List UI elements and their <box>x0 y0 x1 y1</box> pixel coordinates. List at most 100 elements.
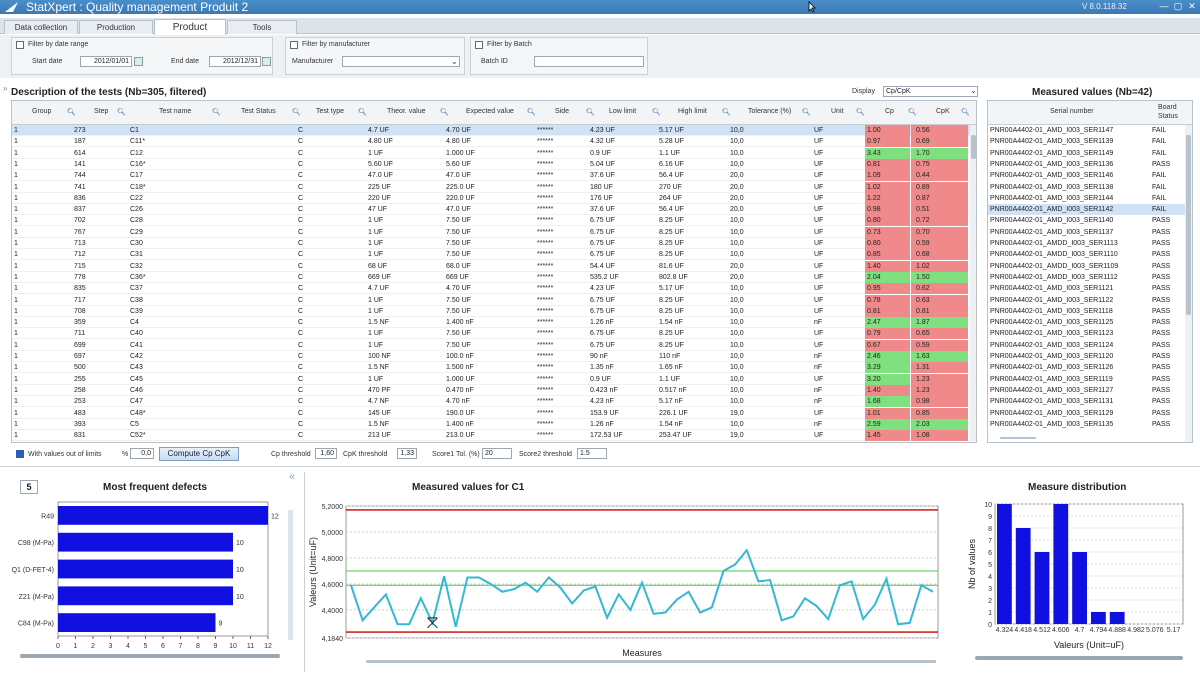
table-row[interactable]: 1 778 C36* C 669 UF 669 UF ****** 535.2 UF 802.8… <box>12 271 976 283</box>
filter-step-search-icon[interactable]: 🔍︎ <box>117 108 126 116</box>
list-item[interactable]: PNR00A4402-01_AMD_I003_SER1149 FAIL <box>988 148 1192 159</box>
list-item[interactable]: PNR00A4402-01_AMD_I003_SER1124 PASS <box>988 340 1192 351</box>
table-row[interactable]: 1 253 C47 C 4.7 NF 4.70 nF ****** 4.23 nF 5.17 n… <box>12 396 976 408</box>
list-item[interactable]: PNR00A4402-01_AMD_I003_SER1122 PASS <box>988 295 1192 306</box>
list-item[interactable]: PNR00A4402-01_AMD_I003_SER1147 FAIL <box>988 125 1192 136</box>
col-cp[interactable]: Cp <box>885 108 894 115</box>
list-item[interactable]: PNR00A4402-01_AMD_I003_SER1139 FAIL <box>988 136 1192 147</box>
compute-cp-cpk-button[interactable]: Compute Cp CpK <box>159 447 239 461</box>
table-row[interactable]: 1 713 C30 C 1 UF 7.50 UF ****** 6.75 UF 8.25 UF 1… <box>12 238 976 249</box>
out-of-limits-checkbox[interactable] <box>16 450 24 458</box>
list-item[interactable]: PNR00A4402-01_AMD_I003_SER1120 PASS <box>988 351 1192 362</box>
filter-high-search-icon[interactable]: 🔍︎ <box>722 108 731 116</box>
filter-status-search-icon[interactable]: 🔍︎ <box>292 108 301 116</box>
table-row[interactable]: 1 614 C12 C 1 UF 1.000 UF ****** 0.9 UF 1.1 UF 10… <box>12 147 976 159</box>
display-chevron-down-icon[interactable]: ⌄ <box>970 86 977 95</box>
filter-side-search-icon[interactable]: 🔍︎ <box>586 108 595 116</box>
table-row[interactable]: 1 141 C16* C 5.60 UF 5.60 UF ****** 5.04 UF 6.16… <box>12 158 976 170</box>
end-date-input[interactable]: 2012/12/31 <box>209 56 261 67</box>
table-row[interactable]: 1 741 C18* C 225 UF 225.0 UF ****** 180 UF 270 U… <box>12 181 976 193</box>
table-row[interactable]: 1 831 C52* C 213 UF 213.0 UF ****** 172.53 UF 25… <box>12 430 976 442</box>
col-side[interactable]: Side <box>555 108 569 115</box>
table-row[interactable]: 1 258 C46 C 470 PF 0.470 nF ****** 0.423 nF 0.51… <box>12 384 976 396</box>
table-row[interactable]: 1 708 C39 C 1 UF 7.50 UF ****** 6.75 UF 8.25 UF 1… <box>12 305 976 317</box>
filter-group-search-icon[interactable]: 🔍︎ <box>67 108 76 116</box>
display-select[interactable]: Cp/CpK <box>883 86 978 97</box>
col-low-limit[interactable]: Low limit <box>609 108 636 115</box>
end-calendar-icon[interactable] <box>262 57 271 66</box>
list-item[interactable]: PNR00A4402-01_AMD_I003_SER1125 PASS <box>988 317 1192 328</box>
tests-scrollbar[interactable] <box>970 125 976 442</box>
table-row[interactable]: 1 717 C38 C 1 UF 7.50 UF ****** 6.75 UF 8.25 UF 1… <box>12 294 976 306</box>
table-row[interactable]: 1 712 C31 C 1 UF 7.50 UF ****** 6.75 UF 8.25 UF 1… <box>12 249 976 261</box>
table-row[interactable]: 1 836 C22 C 220 UF 220.0 UF ****** 176 UF 264 UF… <box>12 192 976 204</box>
table-row[interactable]: 1 255 C45 C 1 UF 1.000 UF ****** 0.9 UF 1.1 UF 10… <box>12 373 976 385</box>
percent-input[interactable]: 0,0 <box>130 448 154 459</box>
batch-filter-checkbox[interactable] <box>475 41 483 49</box>
measured-h-scrollbar[interactable] <box>1000 437 1036 439</box>
manufacturer-filter-checkbox[interactable] <box>290 41 298 49</box>
table-row[interactable]: 1 711 C40 C 1 UF 7.50 UF ****** 6.75 UF 8.25 UF 1… <box>12 328 976 340</box>
list-item[interactable]: PNR00A4402-01_AMD_I003_SER1131 PASS <box>988 396 1192 407</box>
table-row[interactable]: 1 767 C29 C 1 UF 7.50 UF ****** 6.75 UF 8.25 UF 1… <box>12 226 976 238</box>
list-item[interactable]: PNR00A4402-01_AMD_I003_SER1136 PASS <box>988 159 1192 170</box>
col-board-status[interactable]: Board Status <box>1158 103 1188 121</box>
table-row[interactable]: 1 702 C28 C 1 UF 7.50 UF ****** 6.75 UF 8.25 UF 1… <box>12 215 976 227</box>
table-row[interactable]: 1 699 C41 C 1 UF 7.50 UF ****** 6.75 UF 8.25 UF 1… <box>12 339 976 351</box>
filter-expected-search-icon[interactable]: 🔍︎ <box>527 108 536 116</box>
table-row[interactable]: 1 715 C32 C 68 UF 68.0 UF ****** 54.4 UF 81.6 UF… <box>12 260 976 272</box>
table-row[interactable]: 1 483 C48* C 145 UF 190.0 UF ****** 153.9 UF 226… <box>12 407 976 419</box>
list-item[interactable]: PNR00A4402-01_AMD_I003_SER1121 PASS <box>988 283 1192 294</box>
close-button[interactable]: ✕ <box>1186 1 1198 12</box>
col-high-limit[interactable]: High limit <box>678 108 707 115</box>
col-test-status[interactable]: Test Status <box>241 108 276 115</box>
list-item[interactable]: PNR00A4402-01_AMD_I003_SER1129 PASS <box>988 408 1192 419</box>
list-item[interactable]: PNR00A4402-01_AMD_I003_SER1138 FAIL <box>988 182 1192 193</box>
col-step[interactable]: Step <box>94 108 108 115</box>
table-row[interactable]: 1 697 C42 C 100 NF 100.0 nF ****** 90 nF 110 nF 1… <box>12 351 976 362</box>
list-item[interactable]: PNR00A4402-01_AMD_I003_SER1140 PASS <box>988 215 1192 226</box>
col-unit[interactable]: Unit <box>831 108 843 115</box>
table-row[interactable]: 1 359 C4 C 1.5 NF 1.400 nF ****** 1.26 nF 1.54 n… <box>12 317 976 329</box>
list-item[interactable]: PNR00A4402-01_AMD_I003_SER1135 PASS <box>988 419 1192 430</box>
table-row[interactable]: 1 837 C26 C 47 UF 47.0 UF ****** 37.6 UF 56.4 UF… <box>12 204 976 216</box>
filter-cpk-search-icon[interactable]: 🔍︎ <box>961 108 970 116</box>
minimize-button[interactable]: — <box>1158 1 1170 12</box>
score1-input[interactable]: 20 <box>482 448 512 459</box>
splitter[interactable] <box>0 466 1200 467</box>
list-item[interactable]: PNR00A4402-01_AMD_I003_SER1126 PASS <box>988 362 1192 373</box>
tab-tools[interactable]: Tools <box>227 20 297 34</box>
list-item[interactable]: PNR00A4402-01_AMD_I003_SER1123 PASS <box>988 328 1192 339</box>
list-item[interactable]: PNR00A4402-01_AMD_I003_SER1127 PASS <box>988 385 1192 396</box>
col-tolerance[interactable]: Tolerance (%) <box>748 108 791 115</box>
table-row[interactable]: 1 273 C1 C 4.7 UF 4.70 UF ****** 4.23 UF 5.17 UF… <box>12 125 976 136</box>
tab-product[interactable]: Product <box>154 19 226 35</box>
start-date-input[interactable]: 2012/01/01 <box>80 56 132 67</box>
list-item[interactable]: PNR00A4402-01_AMD_I003_SER1119 PASS <box>988 374 1192 385</box>
table-row[interactable]: 1 835 C37 C 4.7 UF 4.70 UF ****** 4.23 UF 5.17 U… <box>12 283 976 295</box>
start-calendar-icon[interactable] <box>134 57 143 66</box>
table-row[interactable]: 1 744 C17 C 47.0 UF 47.0 UF ****** 37.6 UF 56.4 … <box>12 170 976 182</box>
collapse-icon[interactable]: » <box>3 84 7 93</box>
date-filter-checkbox[interactable] <box>16 41 24 49</box>
list-item[interactable]: PNR00A4402-01_AMD_I003_SER1144 FAIL <box>988 193 1192 204</box>
col-test-name[interactable]: Test name <box>159 108 191 115</box>
filter-name-search-icon[interactable]: 🔍︎ <box>212 108 221 116</box>
cp-threshold-input[interactable]: 1,60 <box>315 448 337 459</box>
tab-data-collection[interactable]: Data collection <box>4 20 78 34</box>
table-row[interactable]: 1 393 C5 C 1.5 NF 1.400 nF ****** 1.26 nF 1.54 n… <box>12 418 976 430</box>
filter-low-search-icon[interactable]: 🔍︎ <box>652 108 661 116</box>
score2-input[interactable]: 1.5 <box>577 448 607 459</box>
list-item[interactable]: PNR00A4402-01_AMDD_I003_SER1113 PASS <box>988 238 1192 249</box>
manufacturer-select[interactable] <box>342 56 460 67</box>
batch-id-input[interactable] <box>534 56 644 67</box>
filter-cp-search-icon[interactable]: 🔍︎ <box>908 108 917 116</box>
cpk-threshold-input[interactable]: 1,33 <box>397 448 417 459</box>
filter-type-search-icon[interactable]: 🔍︎ <box>358 108 367 116</box>
list-item[interactable]: PNR00A4402-01_AMDD_I003_SER1109 PASS <box>988 261 1192 272</box>
list-item[interactable]: PNR00A4402-01_AMD_I003_SER1146 FAIL <box>988 170 1192 181</box>
table-row[interactable]: 1 187 C11* C 4.80 UF 4.80 UF ****** 4.32 UF 5.28… <box>12 136 976 148</box>
chevron-down-icon[interactable]: ⌄ <box>451 57 458 66</box>
measured-scrollbar[interactable] <box>1185 125 1192 442</box>
col-group[interactable]: Group <box>32 108 51 115</box>
